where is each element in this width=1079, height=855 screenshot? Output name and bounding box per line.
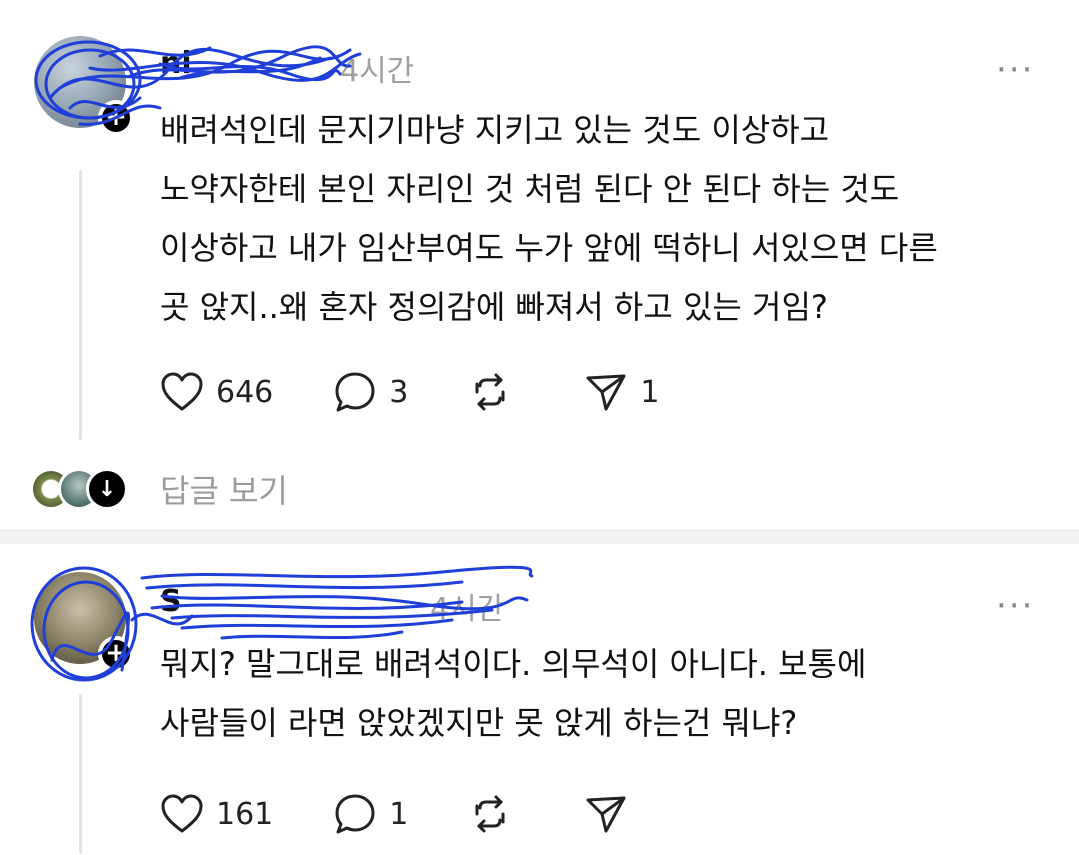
share-button[interactable] — [584, 792, 640, 836]
username[interactable]: ni — [160, 46, 192, 81]
timestamp: 4시간 — [340, 54, 415, 89]
more-icon[interactable]: ··· — [996, 589, 1034, 623]
share-count: 1 — [640, 374, 660, 410]
heart-icon — [161, 794, 203, 833]
comment-count: 3 — [389, 374, 409, 410]
comment-icon — [335, 372, 375, 412]
post-divider — [0, 530, 1079, 544]
action-bar: 161 1 — [160, 789, 700, 839]
heart-icon — [161, 372, 203, 411]
timestamp: 4시간 — [430, 592, 505, 627]
share-icon — [586, 374, 626, 411]
follow-plus-icon[interactable]: + — [98, 636, 134, 672]
comment-icon — [335, 794, 375, 834]
view-replies-link[interactable]: 답글 보기 — [160, 466, 288, 512]
comment-count: 1 — [389, 796, 409, 832]
repost-button[interactable] — [468, 792, 524, 836]
comment-button[interactable]: 3 — [333, 370, 408, 414]
thread-line — [79, 170, 82, 440]
like-button[interactable]: 646 — [160, 372, 273, 412]
share-button[interactable]: 1 — [584, 370, 659, 414]
author-avatar[interactable]: + — [34, 572, 134, 672]
like-count: 646 — [216, 374, 274, 410]
action-bar: 646 3 1 — [160, 367, 719, 417]
thread-line — [79, 694, 82, 854]
post-1: + ni 4시간 ··· 배려석인데 문지기마냥 지키고 있는 것도 이상하고 … — [0, 0, 1079, 530]
comment-button[interactable]: 1 — [333, 792, 408, 836]
like-button[interactable]: 161 — [160, 794, 273, 834]
author-avatar[interactable]: + — [34, 36, 134, 136]
repost-button[interactable] — [468, 370, 524, 414]
username[interactable]: S — [160, 584, 182, 619]
repost-icon — [475, 373, 505, 411]
post-2: + S 4시간 ··· 뭐지? 말그대로 배려석이다. 의무석이 아니다. 보통… — [0, 544, 1079, 855]
post-body: 배려석인데 문지기마냥 지키고 있는 것도 이상하고 노약자한테 본인 자리인 … — [160, 111, 938, 326]
share-icon — [586, 796, 626, 833]
repost-icon — [475, 795, 505, 833]
like-count: 161 — [216, 796, 274, 832]
arrow-down-icon[interactable]: ↓ — [86, 468, 128, 510]
more-icon[interactable]: ··· — [996, 53, 1034, 87]
follow-plus-icon[interactable]: + — [98, 100, 134, 136]
post-body: 뭐지? 말그대로 배려석이다. 의무석이 아니다. 보통에 사람들이 라면 앉았… — [160, 645, 867, 742]
reply-avatars[interactable]: ↓ — [30, 464, 128, 514]
